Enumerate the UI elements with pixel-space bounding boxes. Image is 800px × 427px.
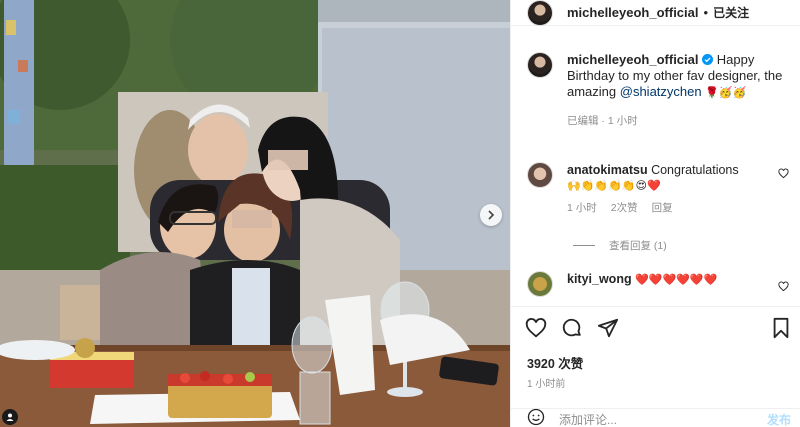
comment-bubble-icon[interactable] bbox=[561, 317, 583, 344]
caption-emojis: 🌹🥳🥳 bbox=[705, 87, 747, 99]
comment-like-heart-icon[interactable] bbox=[778, 279, 789, 297]
post-caption: michelleyeoh_official Happy Birthday to … bbox=[527, 52, 793, 129]
replies-line bbox=[573, 245, 595, 246]
comment-username[interactable]: anatokimatsu bbox=[567, 163, 648, 177]
post-sidebar: michelleyeoh_official • 已关注 michelleyeoh… bbox=[510, 0, 800, 427]
user-icon bbox=[5, 412, 15, 422]
comment-username[interactable]: kityi_wong bbox=[567, 272, 632, 286]
view-replies-button[interactable]: 查看回复 (1) bbox=[573, 238, 667, 253]
photo-scene bbox=[0, 0, 510, 427]
comment-avatar[interactable] bbox=[527, 162, 553, 188]
heart-icon[interactable] bbox=[525, 317, 547, 344]
comment-emojis: 🙌👏👏👏👏😍❤️ bbox=[567, 180, 661, 192]
post-header: michelleyeoh_official • 已关注 bbox=[511, 0, 800, 26]
post-actions: 3920 次赞 1 小时前 bbox=[511, 306, 800, 416]
smiley-icon[interactable] bbox=[527, 408, 545, 427]
post-comment-button[interactable]: 发布 bbox=[767, 411, 791, 427]
view-replies-label: 查看回复 (1) bbox=[609, 240, 667, 252]
comment-emojis: ❤️❤️❤️❤️❤️❤️ bbox=[635, 274, 718, 286]
avatar[interactable] bbox=[527, 0, 553, 26]
bookmark-icon[interactable] bbox=[771, 317, 791, 344]
chevron-right-icon bbox=[486, 210, 496, 220]
verified-badge-icon bbox=[702, 52, 717, 67]
comment-likes[interactable]: 2次赞 bbox=[611, 200, 638, 216]
caption-avatar[interactable] bbox=[527, 52, 553, 78]
edited-label: 已编辑 bbox=[567, 115, 599, 127]
caption-username[interactable]: michelleyeoh_official bbox=[567, 52, 699, 67]
post-time[interactable]: 1 小时前 bbox=[527, 375, 565, 390]
likes-count[interactable]: 3920 次赞 bbox=[527, 353, 583, 372]
caption-time[interactable]: 1 小时 bbox=[608, 115, 638, 127]
post-photo[interactable] bbox=[0, 0, 510, 427]
header-username[interactable]: michelleyeoh_official bbox=[567, 5, 699, 20]
comment-time[interactable]: 1 小时 bbox=[567, 200, 597, 216]
comment-avatar[interactable] bbox=[527, 271, 553, 297]
carousel-next-button[interactable] bbox=[480, 204, 502, 226]
tagged-users-button[interactable] bbox=[2, 409, 18, 425]
comment-text: Congratulations bbox=[651, 163, 739, 177]
mention-link[interactable]: @shiatzychen bbox=[620, 84, 702, 99]
comment-input[interactable]: 添加评论... bbox=[559, 411, 617, 427]
comment-like-heart-icon[interactable] bbox=[778, 166, 789, 184]
paper-plane-icon[interactable] bbox=[597, 317, 619, 344]
comment-item: anatokimatsu Congratulations 🙌👏👏👏👏😍❤️ 1 … bbox=[527, 162, 797, 216]
comment-item: kityi_wong ❤️❤️❤️❤️❤️❤️ bbox=[527, 271, 797, 297]
add-comment-bar: 添加评论... 发布 bbox=[511, 408, 800, 427]
separator-dot: • bbox=[703, 5, 709, 20]
reply-button[interactable]: 回复 bbox=[652, 200, 673, 216]
following-button[interactable]: 已关注 bbox=[713, 4, 749, 21]
